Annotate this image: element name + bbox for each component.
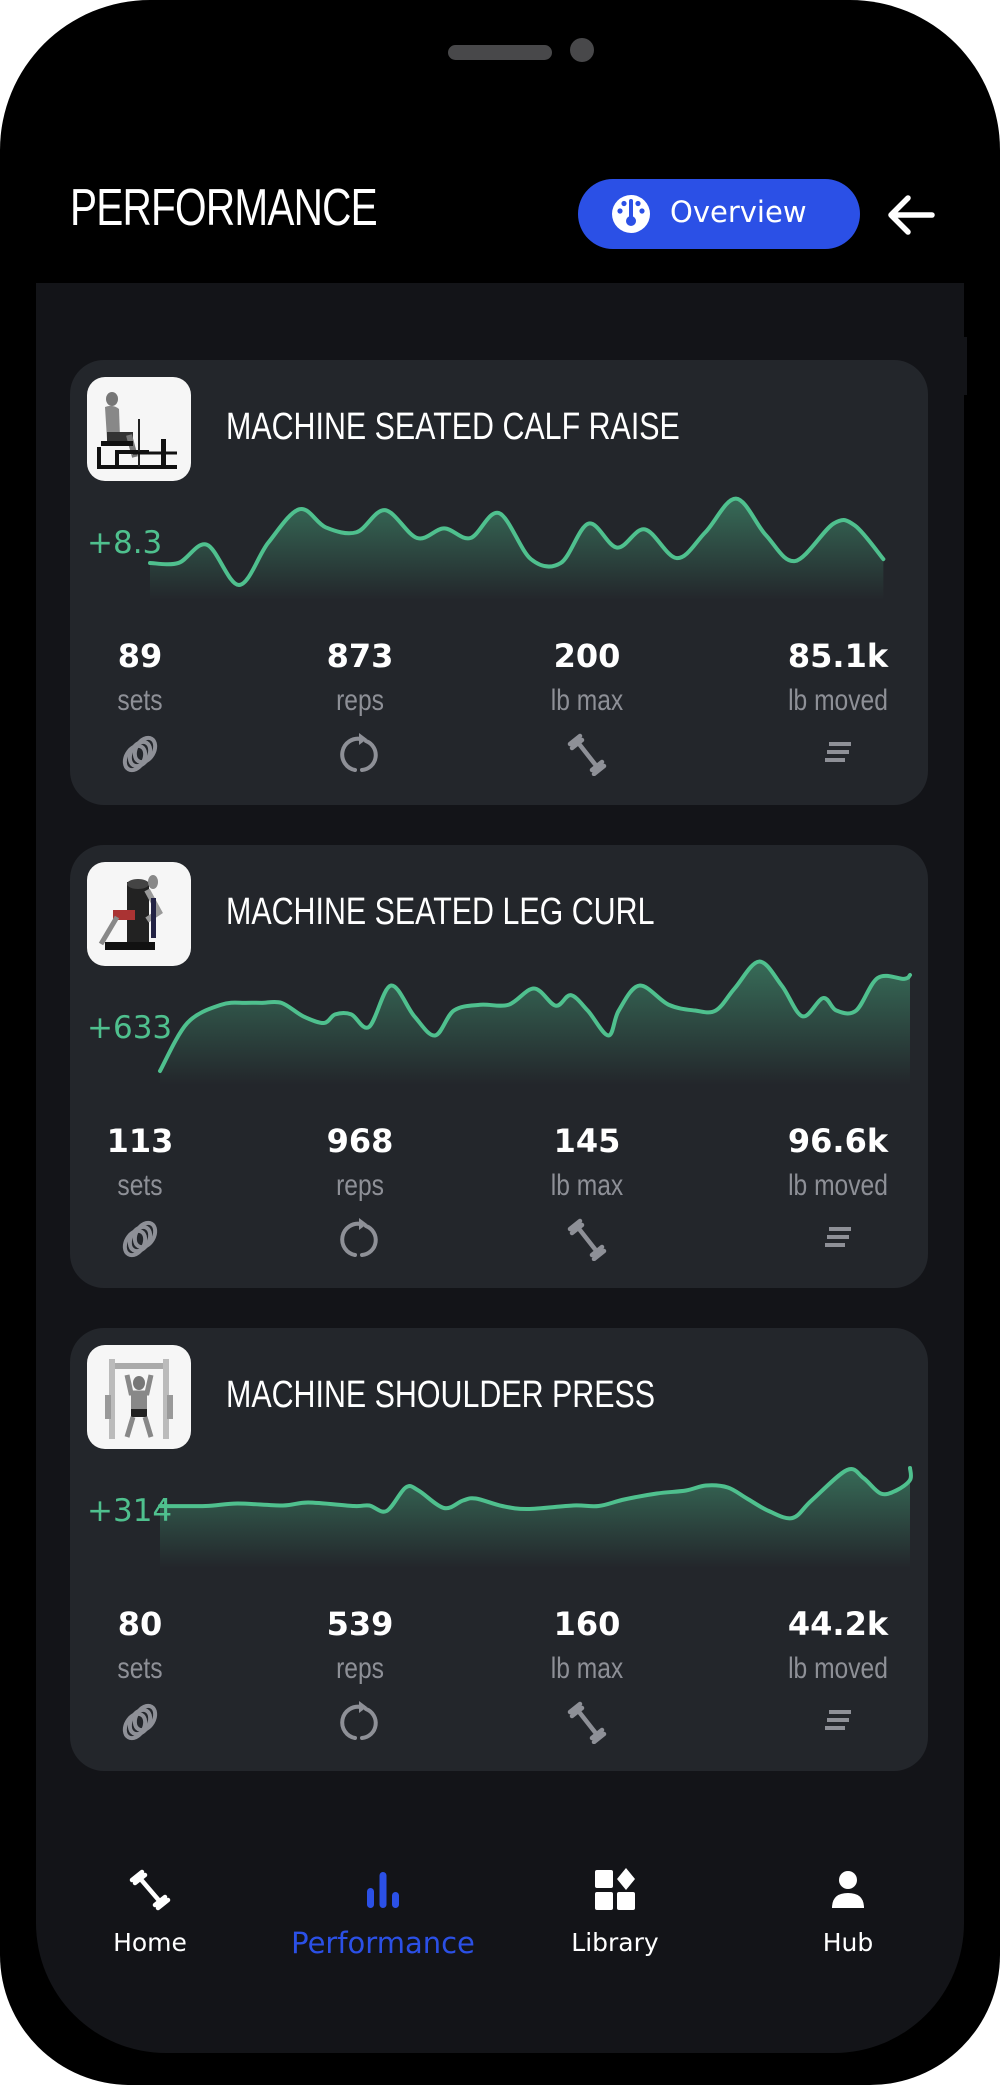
stat-value: 96.6k <box>787 1122 889 1160</box>
stat-value: 89 <box>117 637 163 675</box>
exercise-card[interactable]: MACHINE SEATED CALF RAISE +8.3 89 sets 8… <box>70 360 928 805</box>
stat-unit: lb moved <box>788 684 888 717</box>
sparkline-area <box>150 498 884 600</box>
stat-unit: sets <box>117 1169 163 1202</box>
stat-value: 539 <box>326 1605 394 1643</box>
lines-icon <box>813 1698 863 1744</box>
nav-label: Library <box>571 1928 659 1957</box>
dumbbell-icon <box>129 1869 171 1911</box>
rings-icon <box>115 730 165 776</box>
dumbbell-icon <box>562 1215 612 1262</box>
stat-unit: reps <box>336 1652 384 1685</box>
exercise-thumbnail <box>87 1345 191 1449</box>
nav-hub[interactable]: Hub <box>748 1866 948 1957</box>
header: PERFORMANCE Overview <box>0 160 1000 280</box>
gauge-icon <box>612 195 650 233</box>
stat-value: 145 <box>553 1122 621 1160</box>
content-area[interactable]: MACHINE SEATED CALF RAISE +8.3 89 sets 8… <box>36 283 964 2053</box>
stat-unit: reps <box>336 1169 384 1202</box>
exercise-title: MACHINE SEATED CALF RAISE <box>226 406 680 448</box>
overview-button-label: Overview <box>670 195 807 229</box>
exercise-card[interactable]: MACHINE SEATED LEG CURL +633 113 sets 96… <box>70 845 928 1288</box>
overview-button[interactable]: Overview <box>578 179 860 249</box>
nav-performance[interactable]: Performance <box>283 1866 483 1960</box>
exercise-card[interactable]: MACHINE SHOULDER PRESS +314 80 sets 539 … <box>70 1328 928 1771</box>
trend-delta: +8.3 <box>87 525 163 561</box>
stat-moved: 96.6k lb moved <box>758 1125 918 1261</box>
stat-sets: 89 sets <box>60 640 220 776</box>
library-icon <box>595 1868 635 1910</box>
stat-value: 85.1k <box>787 637 889 675</box>
stat-moved: 85.1k lb moved <box>758 640 918 776</box>
stat-unit: sets <box>117 684 163 717</box>
stat-value: 80 <box>117 1605 163 1643</box>
phone-frame: PERFORMANCE Overview MACHINE SEATED CALF… <box>0 0 1000 2085</box>
nav-label: Hub <box>822 1928 874 1957</box>
stat-reps: 539 reps <box>280 1608 440 1744</box>
person-icon <box>832 1871 864 1908</box>
nav-library[interactable]: Library <box>515 1866 715 1957</box>
stat-value: 160 <box>553 1605 621 1643</box>
repeat-icon <box>335 1215 385 1261</box>
lines-icon <box>813 730 863 776</box>
rings-icon <box>115 1215 165 1261</box>
lines-icon <box>813 1215 863 1261</box>
dumbbell-icon <box>562 1698 612 1745</box>
stat-unit: lb max <box>550 1169 624 1202</box>
dumbbell-icon <box>562 730 612 777</box>
stat-unit: lb moved <box>788 1169 888 1202</box>
trend-sparkline <box>158 1466 914 1568</box>
trend-delta: +633 <box>87 1010 173 1046</box>
trend-sparkline <box>158 959 912 1085</box>
stat-unit: lb max <box>550 684 624 717</box>
stat-value: 873 <box>326 637 394 675</box>
stat-unit: sets <box>117 1652 163 1685</box>
scrollbar[interactable] <box>964 337 967 395</box>
exercise-thumbnail <box>87 377 191 481</box>
nav-label: Performance <box>291 1926 475 1960</box>
stat-unit: reps <box>336 684 384 717</box>
sparkline-line <box>158 1466 914 1521</box>
bar-chart-icon <box>367 1872 399 1908</box>
nav-label: Home <box>113 1928 187 1957</box>
sparkline-area <box>160 961 910 1085</box>
exercise-title: MACHINE SHOULDER PRESS <box>226 1374 656 1416</box>
stat-value: 968 <box>326 1122 394 1160</box>
stat-max: 160 lb max <box>507 1605 667 1745</box>
trend-sparkline <box>148 496 886 600</box>
repeat-icon <box>335 1698 385 1744</box>
speaker-grille <box>448 45 552 60</box>
exercise-title: MACHINE SEATED LEG CURL <box>226 891 655 933</box>
stat-value: 200 <box>553 637 621 675</box>
sparkline-line <box>158 959 912 1073</box>
arrow-left-icon[interactable] <box>884 190 936 240</box>
sparkline-area <box>160 1468 912 1568</box>
rings-icon <box>115 1698 165 1744</box>
stat-reps: 968 reps <box>280 1125 440 1261</box>
exercise-thumbnail <box>87 862 191 966</box>
stat-moved: 44.2k lb moved <box>758 1608 918 1744</box>
stat-value: 113 <box>106 1122 174 1160</box>
front-camera <box>570 38 594 62</box>
stat-sets: 113 sets <box>60 1125 220 1261</box>
sparkline-line <box>148 496 886 588</box>
stat-max: 145 lb max <box>507 1122 667 1262</box>
bottom-nav: Home Performance Library Hub <box>0 1850 1000 1970</box>
stat-unit: lb max <box>550 1652 624 1685</box>
stat-max: 200 lb max <box>507 637 667 777</box>
nav-home[interactable]: Home <box>50 1866 250 1957</box>
trend-delta: +314 <box>87 1493 173 1529</box>
stat-sets: 80 sets <box>60 1608 220 1744</box>
stat-reps: 873 reps <box>280 640 440 776</box>
stat-unit: lb moved <box>788 1652 888 1685</box>
repeat-icon <box>335 730 385 776</box>
stat-value: 44.2k <box>787 1605 889 1643</box>
page-title: PERFORMANCE <box>70 179 378 237</box>
